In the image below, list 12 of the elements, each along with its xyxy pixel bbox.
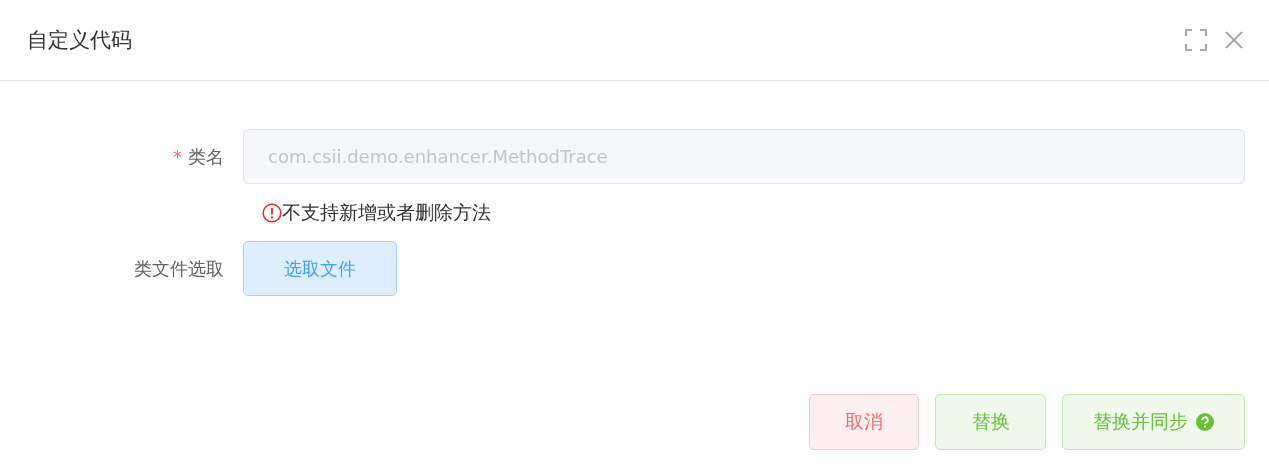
dialog-button[interactable]: 取消 [809,394,919,450]
warning-icon [262,202,282,223]
select-file-button[interactable]: 选取文件 [243,241,397,296]
close-icon[interactable] [1225,31,1243,49]
required-asterisk: * [173,146,182,167]
dialog-button[interactable]: 替换 [935,394,1046,450]
dialog-button[interactable]: 替换并同步 [1062,394,1245,450]
field-label: 类名 [188,144,224,169]
field-label: 类文件选取 [134,256,224,281]
error-message: 不支持新增或者删除方法 [282,199,491,225]
dialog-title: 自定义代码 [27,27,132,54]
fullscreen-icon[interactable] [1185,29,1207,51]
